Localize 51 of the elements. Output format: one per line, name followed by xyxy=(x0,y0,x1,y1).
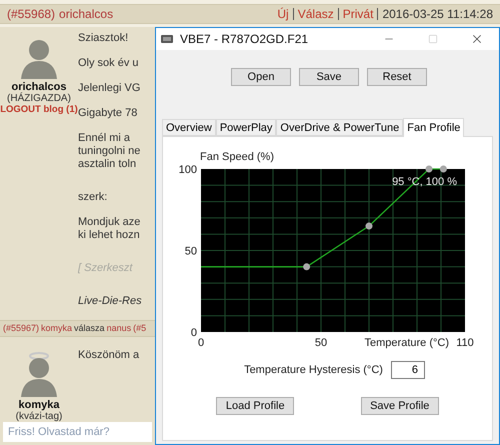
tab[interactable]: Overview xyxy=(162,119,216,136)
hysteresis-field[interactable]: 6 xyxy=(390,361,425,379)
y-tick-label: 100 xyxy=(178,164,196,176)
x-tick-label: 110 xyxy=(456,337,474,349)
post-id-link[interactable]: (#55967) xyxy=(3,322,40,336)
post-text: Köszönöm a xyxy=(78,349,140,362)
comment-field[interactable]: Friss! Olvastad már? xyxy=(3,422,152,442)
tab[interactable]: OverDrive & PowerTune xyxy=(276,119,404,136)
post-text: Sziasztok! xyxy=(78,32,130,45)
author-link[interactable]: nanus xyxy=(106,322,132,336)
toolbar-button[interactable]: Open xyxy=(231,68,291,86)
y-tick-label: 0 xyxy=(190,327,196,339)
blog-link[interactable]: LOGOUT blog (1) xyxy=(0,104,78,115)
window-title: VBE7 - R787O2GD.F21 xyxy=(180,31,308,48)
maximize-icon xyxy=(428,34,438,44)
post-action-link[interactable]: Privát xyxy=(338,8,378,20)
author-link[interactable]: komyka xyxy=(41,322,72,336)
toolbar-button[interactable]: Reset xyxy=(367,68,427,86)
chip-icon xyxy=(161,35,173,43)
author-name: komyka xyxy=(18,399,60,412)
tab[interactable]: Fan Profile xyxy=(403,118,464,137)
tab[interactable]: PowerPlay xyxy=(216,119,276,136)
post-action-link[interactable]: Új xyxy=(273,8,294,20)
author-rank: (kvázi-tag) xyxy=(16,411,62,422)
profile-button[interactable]: Save Profile xyxy=(360,397,439,415)
post-text: Ennél mi a tuningolni ne asztalin toln xyxy=(78,132,142,171)
x-axis-label: Temperature (°C) xyxy=(364,337,448,349)
hysteresis-label: Temperature Hysteresis (°C) xyxy=(244,362,383,378)
post-text: Gigabyte 78 xyxy=(78,107,138,120)
y-tick-label: 50 xyxy=(184,246,196,258)
post-text: [ Szerkeszt xyxy=(78,262,134,275)
post-action-link[interactable]: Válasz xyxy=(294,8,339,20)
post-text: Jelenlegi VG xyxy=(78,82,142,95)
x-tick-label: 50 xyxy=(314,337,327,349)
author-name: orichalcos xyxy=(11,81,67,93)
post-text: Live-Die-Res xyxy=(78,295,142,308)
toolbar-button[interactable]: Save xyxy=(299,68,359,86)
y-axis-label: Fan Speed (%) xyxy=(200,151,274,163)
post-text: Oly sok év u xyxy=(78,57,140,70)
post-text: Mondjuk aze ki lehet hozn xyxy=(78,216,142,242)
curve-point-handle[interactable] xyxy=(302,263,310,270)
post-id-link[interactable]: (#5 xyxy=(133,322,146,336)
post-text: szerk: xyxy=(78,191,108,204)
curve-point-handle[interactable] xyxy=(365,222,372,230)
reply-label: válasza xyxy=(74,322,105,335)
author-rank: (HÁZIGAZDA) xyxy=(7,93,71,104)
post-timestamp: 2016-03-25 11:14:28 xyxy=(381,6,493,23)
author-link[interactable]: orichalcos xyxy=(59,5,114,23)
profile-button[interactable]: Load Profile xyxy=(216,397,294,415)
x-tick-label: 0 xyxy=(197,337,204,349)
post-id-link[interactable]: (#55968) xyxy=(7,5,56,23)
